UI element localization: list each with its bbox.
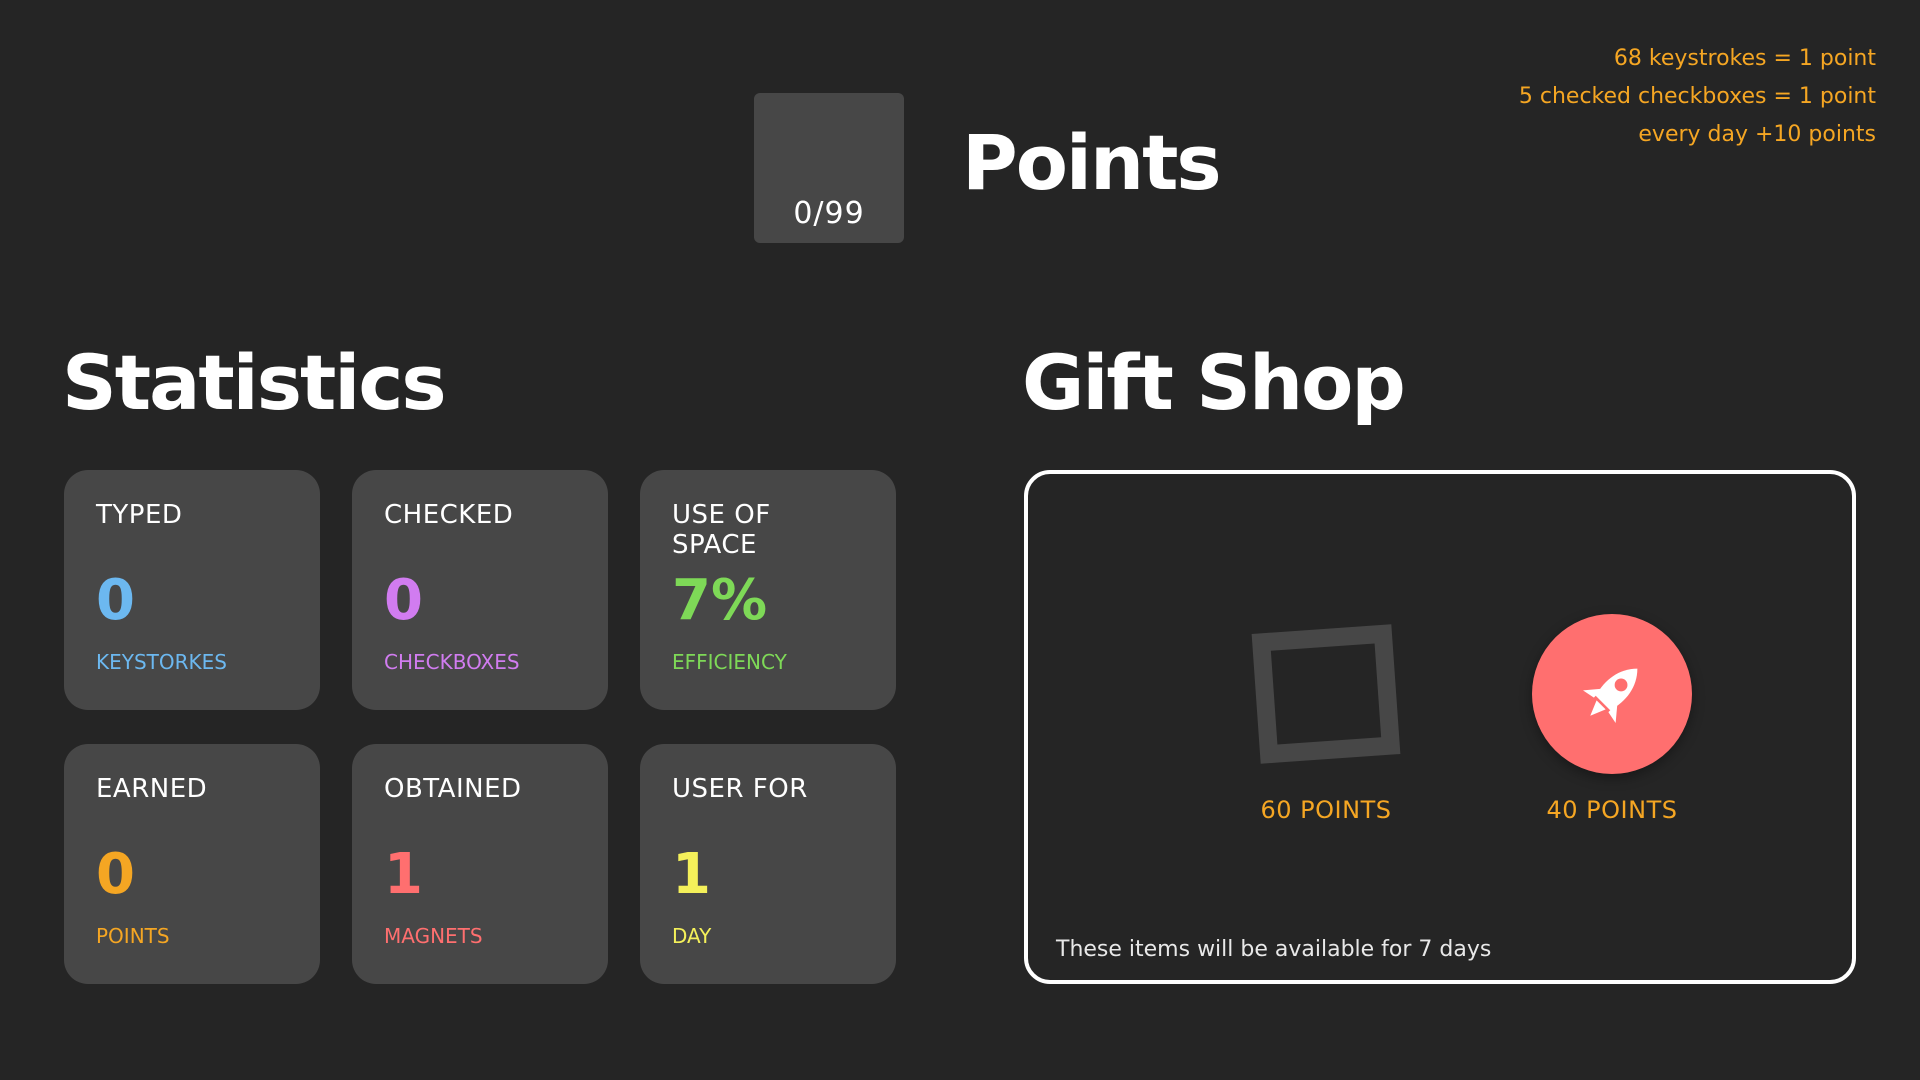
stat-unit: KEYSTORKES [96, 650, 227, 674]
rocket-icon[interactable] [1532, 614, 1692, 774]
stat-unit: MAGNETS [384, 924, 483, 948]
points-rules: 68 keystrokes = 1 point 5 checked checkb… [1519, 40, 1876, 154]
shop-item-rocket[interactable]: 40 POINTS [1502, 614, 1722, 824]
stat-unit: CHECKBOXES [384, 650, 520, 674]
points-counter: 0/99 [793, 196, 865, 231]
page-title: Points [962, 118, 1222, 207]
stat-card-earned: EARNED 0 POINTS [64, 744, 320, 984]
gift-shop-title: Gift Shop [1022, 338, 1406, 427]
stat-label: USER FOR [672, 774, 808, 804]
stat-value: 0 [96, 568, 135, 633]
item-price: 40 POINTS [1546, 796, 1678, 824]
stat-label: CHECKED [384, 500, 514, 530]
points-counter-box: 0/99 [754, 93, 904, 243]
stat-card-checked: CHECKED 0 CHECKBOXES [352, 470, 608, 710]
rule-line: 68 keystrokes = 1 point [1613, 46, 1876, 71]
stat-card-typed: TYPED 0 KEYSTORKES [64, 470, 320, 710]
stat-unit: POINTS [96, 924, 170, 948]
stat-card-user-for: USER FOR 1 DAY [640, 744, 896, 984]
stat-label: OBTAINED [384, 774, 522, 804]
stat-card-obtained: OBTAINED 1 MAGNETS [352, 744, 608, 984]
rocket-item-visual[interactable] [1532, 614, 1692, 774]
stat-label: USE OF SPACE [672, 500, 771, 560]
stat-label: TYPED [96, 500, 183, 530]
stat-value: 1 [384, 842, 423, 907]
stat-card-use-of-space: USE OF SPACE 7% EFFICIENCY [640, 470, 896, 710]
stat-value: 0 [96, 842, 135, 907]
rule-line: every day +10 points [1638, 122, 1876, 147]
stat-value: 7% [672, 568, 768, 633]
shop-item-frame[interactable]: 60 POINTS [1216, 614, 1436, 824]
item-price: 60 POINTS [1260, 796, 1392, 824]
gift-shop-panel: 60 POINTS 40 POINTS These items will be … [1024, 470, 1856, 984]
statistics-grid: TYPED 0 KEYSTORKES CHECKED 0 CHECKBOXES … [64, 470, 896, 984]
statistics-title: Statistics [62, 338, 447, 427]
frame-square-icon[interactable] [1246, 614, 1406, 774]
points-page: 68 keystrokes = 1 point 5 checked checkb… [0, 0, 1920, 1080]
stat-value: 0 [384, 568, 423, 633]
stat-value: 1 [672, 842, 711, 907]
stat-unit: DAY [672, 924, 712, 948]
rule-line: 5 checked checkboxes = 1 point [1518, 84, 1876, 109]
stat-unit: EFFICIENCY [672, 650, 787, 674]
shop-availability-note: These items will be available for 7 days [1056, 937, 1492, 962]
stat-label: EARNED [96, 774, 208, 804]
